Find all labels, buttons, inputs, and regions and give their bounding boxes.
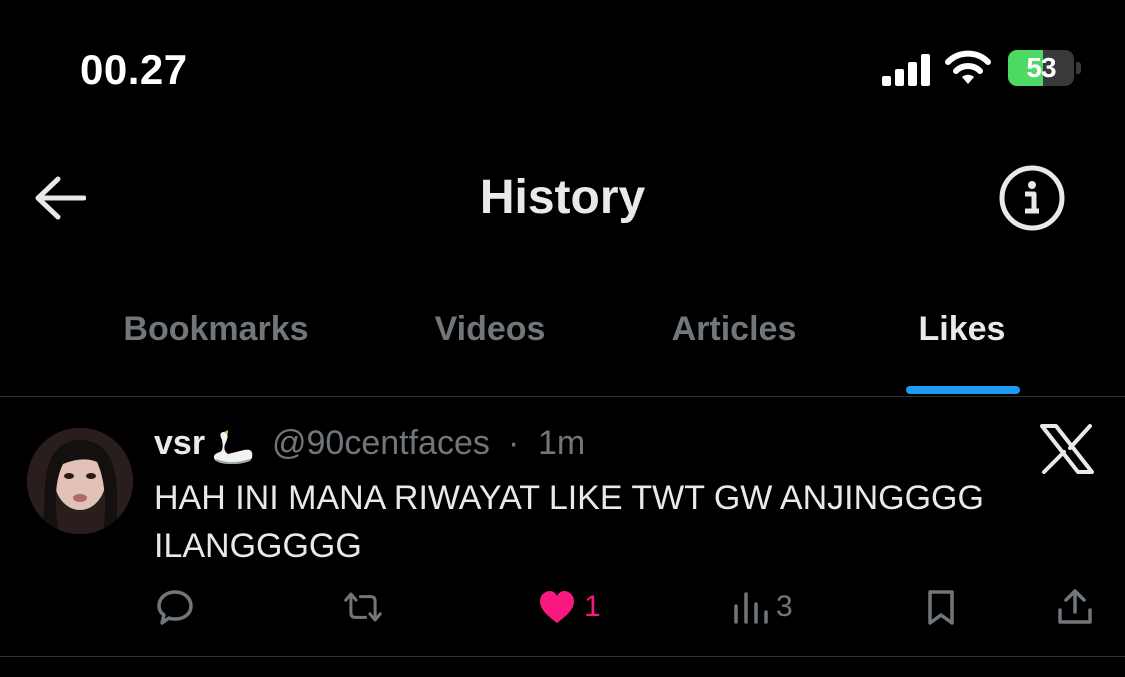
retweet-icon[interactable] <box>344 588 382 626</box>
tab-bookmarks[interactable]: Bookmarks <box>116 310 316 349</box>
signal-icon <box>882 54 930 86</box>
divider <box>0 396 1125 397</box>
share-icon[interactable] <box>1056 588 1094 626</box>
battery-icon: 53 <box>1008 50 1082 88</box>
bookmark-icon[interactable] <box>922 588 960 626</box>
like-count: 1 <box>584 590 601 623</box>
views-count: 3 <box>776 590 793 623</box>
tweet-author-name[interactable]: vsr <box>154 424 205 463</box>
tab-videos[interactable]: Videos <box>428 310 552 349</box>
avatar[interactable] <box>27 428 133 534</box>
info-icon[interactable] <box>998 164 1066 232</box>
tweet-timestamp[interactable]: 1m <box>538 424 585 463</box>
tab-likes[interactable]: Likes <box>916 310 1008 349</box>
battery-level: 53 <box>1026 52 1056 83</box>
page-title: History <box>479 171 646 224</box>
swan-icon <box>213 430 253 464</box>
tweet-author-handle[interactable]: @90centfaces <box>272 424 490 463</box>
active-tab-indicator <box>906 386 1020 394</box>
x-logo-icon <box>1040 424 1094 474</box>
status-time: 00.27 <box>80 46 188 93</box>
tweet-text[interactable]: HAH INI MANA RIWAYAT LIKE TWT GW ANJINGG… <box>154 474 1074 570</box>
separator-dot: · <box>508 424 520 462</box>
like-heart-icon[interactable] <box>538 588 576 626</box>
tab-articles[interactable]: Articles <box>664 310 804 349</box>
divider <box>0 656 1125 657</box>
reply-icon[interactable] <box>156 588 194 626</box>
wifi-icon <box>945 50 991 84</box>
views-icon[interactable] <box>732 588 770 626</box>
